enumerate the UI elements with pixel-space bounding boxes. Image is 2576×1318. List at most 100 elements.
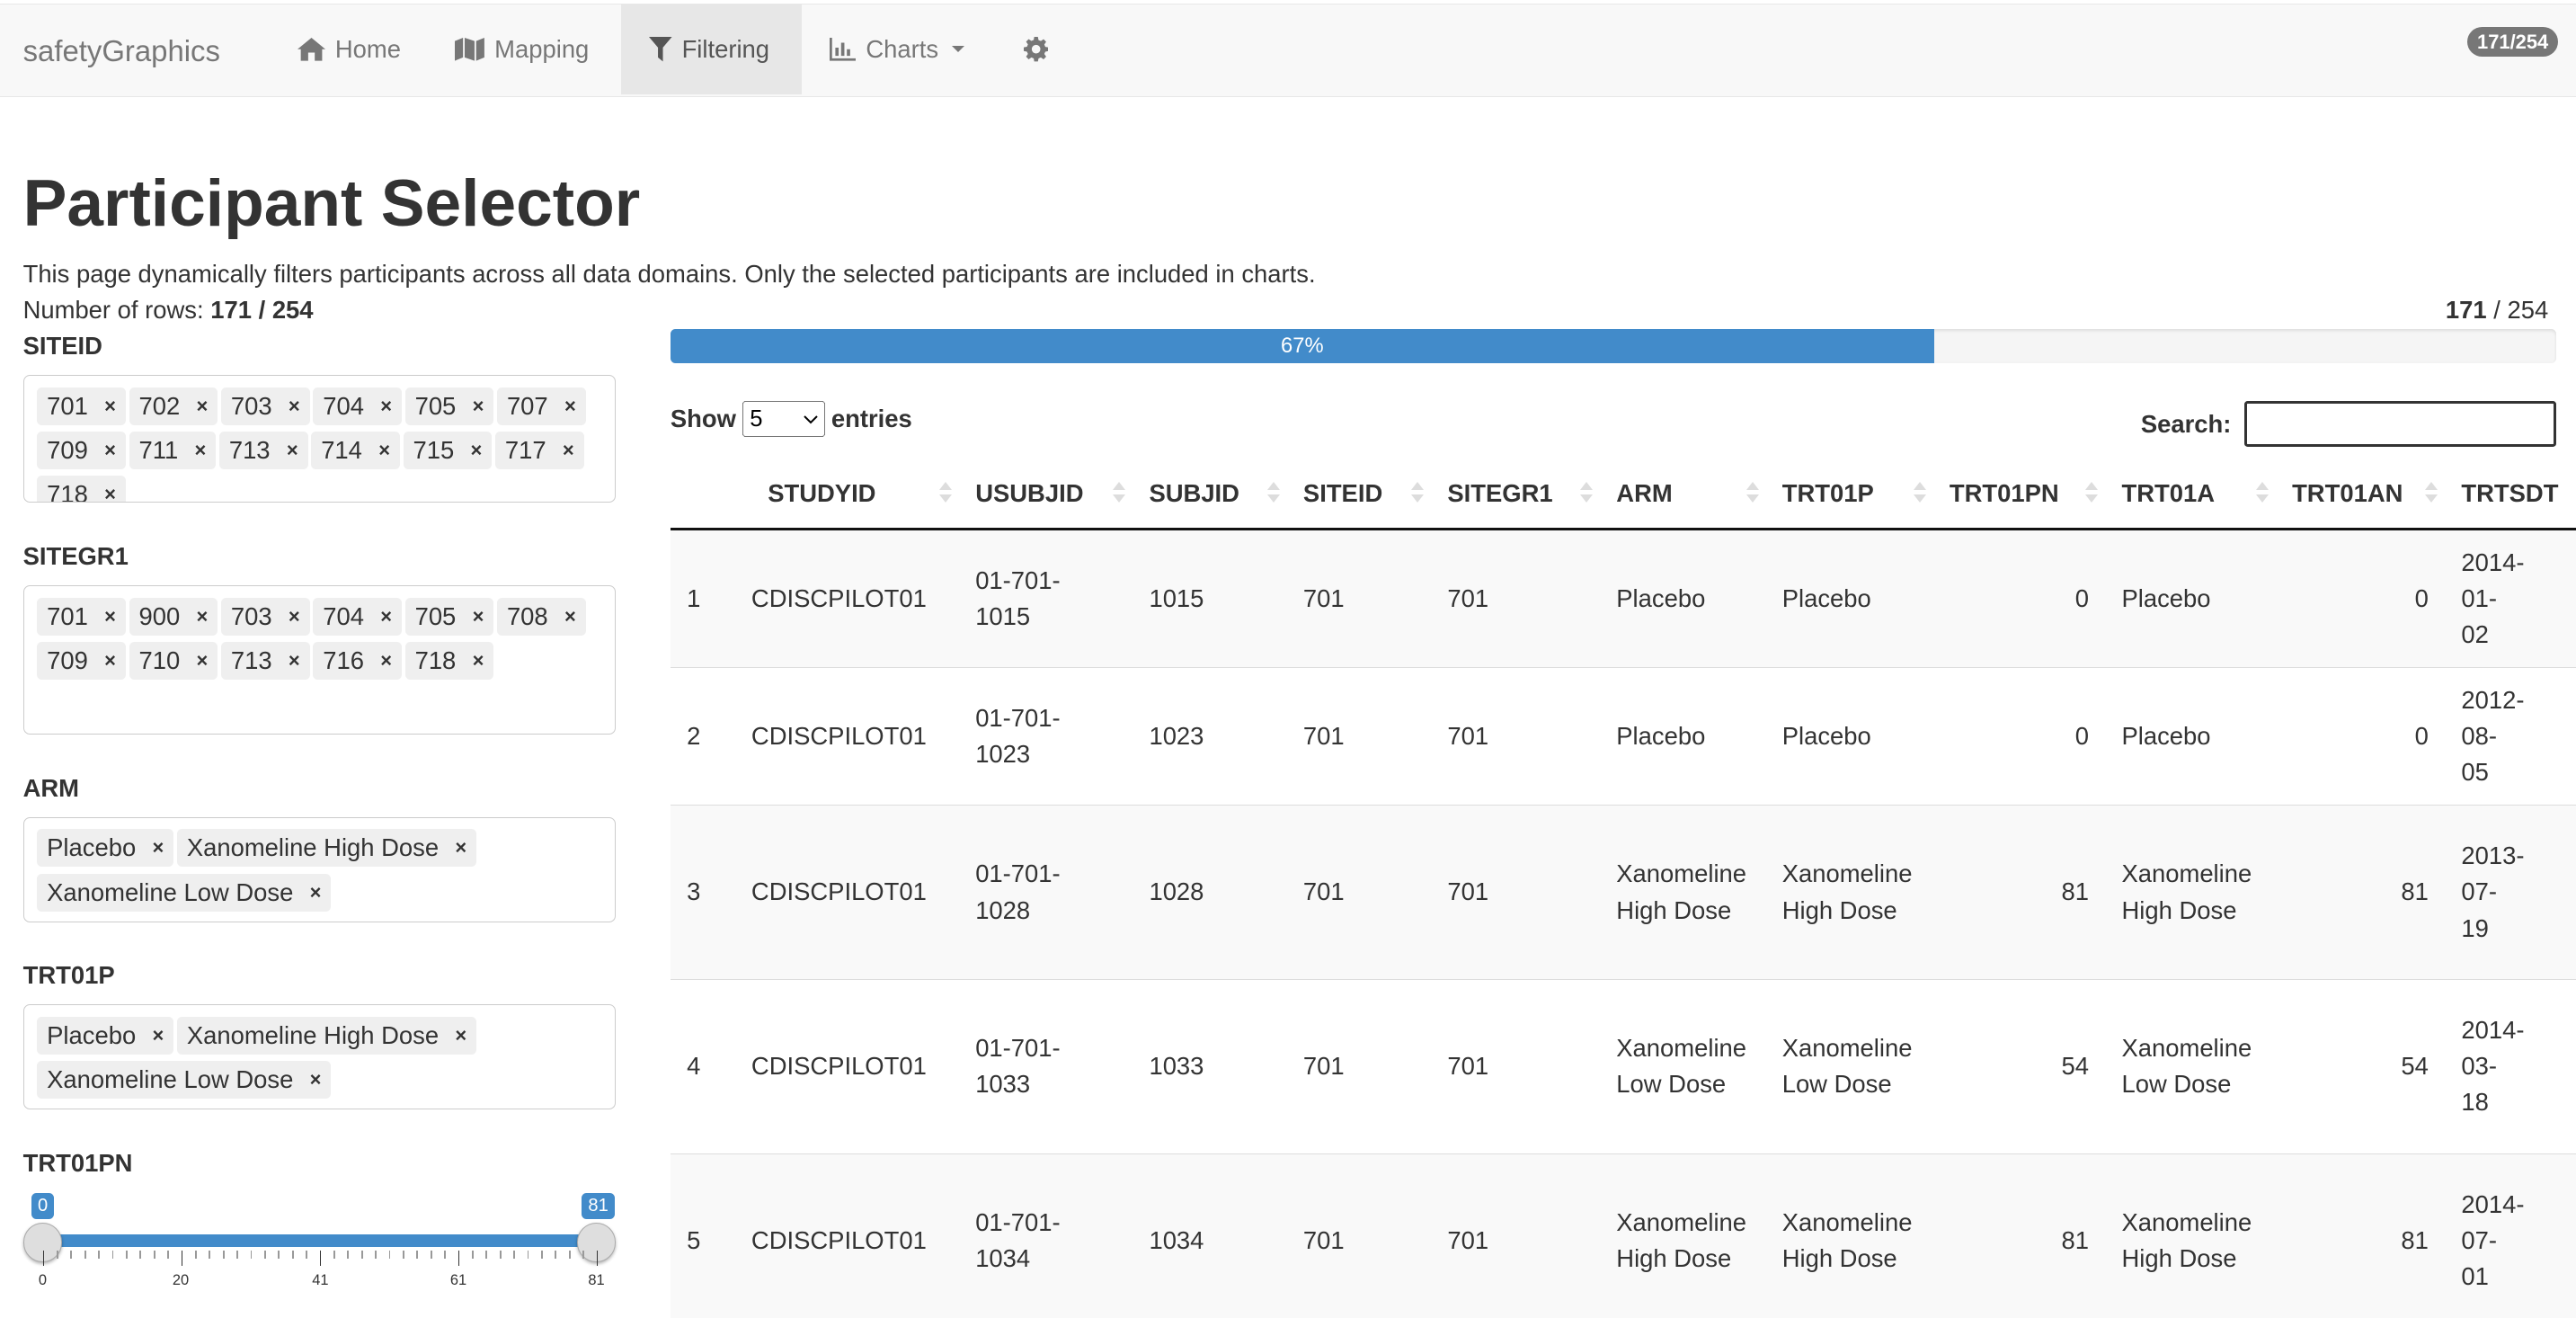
trt01a-cell: Placebo — [2105, 666, 2276, 806]
remove-chip-icon[interactable]: × — [380, 598, 392, 636]
page-length-select[interactable]: 5 — [742, 401, 825, 438]
column-header-trtsdt[interactable]: TRTSDT — [2445, 459, 2576, 531]
cell-line: Xanomeline — [2121, 1208, 2252, 1237]
column-header-index[interactable] — [670, 459, 735, 531]
nav-home[interactable]: Home — [270, 4, 429, 95]
column-header-trt01an[interactable]: TRT01AN — [2275, 459, 2446, 531]
remove-chip-icon[interactable]: × — [197, 387, 209, 425]
trt01p-filter-select[interactable]: Placebo × Xanomeline High Dose × Xanomeline … — [22, 1003, 617, 1109]
column-header-usubjid[interactable]: USUBJID — [958, 459, 1133, 531]
remove-chip-icon[interactable]: × — [473, 387, 484, 425]
table-row[interactable]: 1 CDISCPILOT01 01-701- 1015 1015 701 701 Placeb… — [670, 529, 2576, 668]
subjid-cell: 1034 — [1133, 1153, 1287, 1318]
column-header-label: STUDYID — [768, 478, 876, 507]
slider-tick — [527, 1251, 529, 1260]
search-input[interactable] — [2244, 401, 2557, 448]
sort-icon — [939, 480, 953, 506]
remove-chip-icon[interactable]: × — [289, 387, 300, 425]
trt01a-cell: Xanomeline High Dose — [2105, 805, 2276, 980]
settings-button[interactable] — [996, 4, 1077, 95]
remove-chip-icon[interactable]: × — [564, 387, 576, 425]
trtsdt-cell: 2014-07- 01 — [2445, 1153, 2576, 1318]
remove-chip-icon[interactable]: × — [152, 1017, 164, 1055]
remove-chip-icon[interactable]: × — [197, 642, 209, 680]
remove-chip-icon[interactable]: × — [289, 598, 300, 636]
filter-chip: 702 × — [129, 387, 218, 425]
nav-mapping[interactable]: Mapping — [427, 4, 617, 95]
nav-filtering[interactable]: Filtering — [620, 4, 803, 95]
cell-line: 01-701- — [975, 1034, 1061, 1063]
slider-tick — [209, 1251, 211, 1260]
cell-line: Xanomeline — [1781, 1034, 1913, 1063]
remove-chip-icon[interactable]: × — [380, 387, 392, 425]
remove-chip-icon[interactable]: × — [104, 387, 116, 425]
table-row[interactable]: 2 CDISCPILOT01 01-701- 1023 1023 701 701 Placeb… — [670, 666, 2576, 806]
slider-track[interactable] — [42, 1233, 597, 1248]
row-index-cell: 1 — [670, 529, 735, 668]
slider-tick — [333, 1251, 335, 1260]
trt01an-cell: 81 — [2275, 805, 2446, 980]
row-index-cell: 4 — [670, 978, 735, 1154]
remove-chip-icon[interactable]: × — [455, 829, 466, 867]
nav-mapping-label: Mapping — [494, 34, 590, 63]
selection-count: 171 / 254 — [2446, 296, 2548, 325]
cell-line: 1033 — [975, 1070, 1031, 1099]
column-header-arm[interactable]: ARM — [1600, 459, 1766, 531]
trt01an-cell: 0 — [2275, 529, 2446, 668]
remove-chip-icon[interactable]: × — [473, 598, 484, 636]
filter-chip-label: Xanomeline Low Dose — [47, 1064, 294, 1093]
table-row[interactable]: 3 CDISCPILOT01 01-701- 1028 1028 701 701 Xanome… — [670, 805, 2576, 980]
column-header-studyid[interactable]: STUDYID — [734, 459, 959, 531]
remove-chip-icon[interactable]: × — [455, 1017, 466, 1055]
remove-chip-icon[interactable]: × — [197, 598, 209, 636]
siteid-filter-select[interactable]: 701 × 702 × 703 × 704 × 705 × 707 × 709 × 711 × 713 × 714 ×… — [22, 374, 617, 503]
remove-chip-icon[interactable]: × — [104, 642, 116, 680]
trt01pn-range-slider[interactable]: 0 81 0 20 41 61 81 — [22, 1187, 635, 1302]
column-header-subjid[interactable]: SUBJID — [1133, 459, 1287, 531]
filter-chip: Placebo × — [37, 1016, 174, 1055]
table-header-row: STUDYID USUBJID SUBJID SITEID SITEGR1 AR… — [670, 459, 2576, 531]
column-header-trt01a[interactable]: TRT01A — [2105, 459, 2276, 531]
column-header-trt01pn[interactable]: TRT01PN — [1932, 459, 2106, 531]
column-header-sitegr1[interactable]: SITEGR1 — [1431, 459, 1601, 531]
filter-chip: 711 × — [129, 431, 217, 469]
slider-tick — [98, 1251, 100, 1260]
remove-chip-icon[interactable]: × — [152, 829, 164, 867]
remove-chip-icon[interactable]: × — [471, 432, 483, 469]
remove-chip-icon[interactable]: × — [378, 432, 390, 469]
usubjid-cell: 01-701- 1033 — [958, 978, 1133, 1154]
remove-chip-icon[interactable]: × — [289, 642, 300, 680]
filter-chip-label: 711 — [138, 435, 179, 464]
remove-chip-icon[interactable]: × — [380, 642, 392, 680]
column-header-siteid[interactable]: SITEID — [1286, 459, 1432, 531]
remove-chip-icon[interactable]: × — [473, 642, 484, 680]
table-row[interactable]: 4 CDISCPILOT01 01-701- 1033 1033 701 701 Xanome… — [670, 978, 2576, 1154]
table-row[interactable]: 5 CDISCPILOT01 01-701- 1034 1034 701 701 Xanome… — [670, 1153, 2576, 1318]
trt01an-cell: 54 — [2275, 978, 2446, 1154]
arm-filter-select[interactable]: Placebo × Xanomeline High Dose × Xanomeline … — [22, 816, 617, 922]
nav-charts-dropdown[interactable]: Charts — [802, 4, 992, 95]
sort-icon — [2085, 480, 2099, 506]
remove-chip-icon[interactable]: × — [104, 476, 116, 502]
sitegr1-cell: 701 — [1431, 978, 1601, 1154]
table-search: Search: — [2141, 401, 2557, 448]
filter-chip-label: 718 — [47, 480, 88, 503]
remove-chip-icon[interactable]: × — [194, 432, 206, 469]
remove-chip-icon[interactable]: × — [310, 874, 322, 912]
column-header-trt01p[interactable]: TRT01P — [1765, 459, 1933, 531]
remove-chip-icon[interactable]: × — [104, 432, 116, 469]
filter-chip-label: 715 — [413, 435, 455, 464]
remove-chip-icon[interactable]: × — [564, 598, 576, 636]
filter-chip-label: 704 — [323, 601, 364, 630]
subjid-cell: 1028 — [1133, 805, 1287, 980]
remove-chip-icon[interactable]: × — [563, 432, 574, 469]
brand-link[interactable]: safetyGraphics — [23, 34, 220, 68]
remove-chip-icon[interactable]: × — [287, 432, 298, 469]
remove-chip-icon[interactable]: × — [104, 598, 116, 636]
filter-icon — [649, 37, 672, 62]
slider-tick — [222, 1251, 225, 1260]
remove-chip-icon[interactable]: × — [310, 1061, 322, 1099]
sitegr1-filter-select[interactable]: 701 × 900 × 703 × 704 × 705 × 708 × 709 × 710 × 713 × 716 ×… — [22, 584, 617, 735]
row-index-cell: 5 — [670, 1153, 735, 1318]
cell-line: High Dose — [2121, 1244, 2237, 1273]
